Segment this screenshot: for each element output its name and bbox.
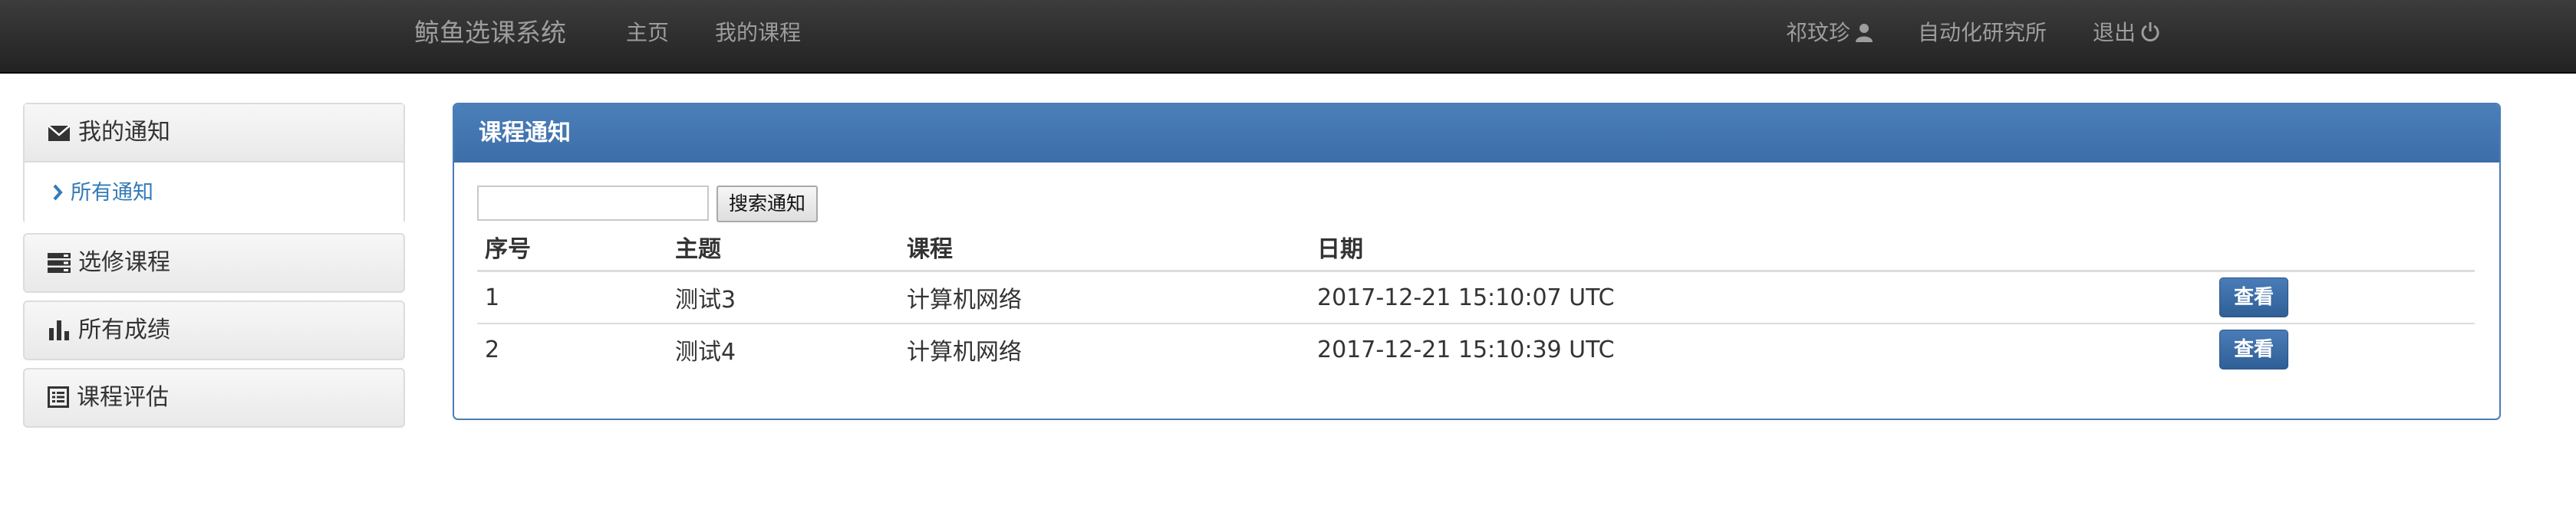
search-input[interactable] bbox=[477, 186, 709, 221]
sidebar-subitem-all-notices[interactable]: 所有通知 bbox=[25, 163, 404, 224]
sidebar-item-grades[interactable]: 所有成绩 bbox=[23, 300, 405, 360]
cell-course: 计算机网络 bbox=[907, 339, 1022, 366]
user-name: 祁玟珍 bbox=[1786, 20, 1851, 45]
cell-action: 查看 bbox=[2212, 323, 2475, 375]
sidebar-item-notices-label: 我的通知 bbox=[78, 119, 170, 146]
cell-no: 2 bbox=[485, 336, 500, 363]
cell-subject: 测试4 bbox=[675, 339, 736, 366]
notices-table: 序号 主题 课程 日期 1 测试3 计算机网络 2017-12-21 15:10… bbox=[477, 224, 2475, 375]
sidebar-item-courses-label: 选修课程 bbox=[78, 249, 170, 276]
view-button[interactable]: 查看 bbox=[2219, 277, 2289, 317]
nav-user-link[interactable]: 祁玟珍 bbox=[1786, 0, 1873, 66]
sidebar-item-grades-label: 所有成绩 bbox=[78, 317, 170, 343]
nav-department-link[interactable]: 自动化研究所 bbox=[1918, 0, 2047, 66]
envelope-icon bbox=[48, 125, 71, 141]
column-header-date: 日期 bbox=[1309, 224, 2212, 272]
cell-course: 计算机网络 bbox=[899, 271, 1309, 324]
sidebar-item-courses[interactable]: 选修课程 bbox=[23, 233, 405, 293]
nav-home-link[interactable]: 主页 bbox=[626, 0, 669, 66]
column-header-no: 序号 bbox=[477, 224, 667, 272]
sidebar-notices-group: 我的通知 所有通知 bbox=[23, 103, 405, 224]
user-icon bbox=[1856, 24, 1873, 42]
chevron-right-icon bbox=[53, 184, 63, 201]
nav-my-courses-link[interactable]: 我的课程 bbox=[715, 0, 801, 66]
brand-link[interactable]: 鲸鱼选课系统 bbox=[414, 0, 566, 66]
list-alt-icon bbox=[48, 386, 69, 408]
cell-subject: 测试3 bbox=[667, 271, 899, 324]
top-navbar: 鲸鱼选课系统 主页 我的课程 祁玟珍 自动化研究所 退出 bbox=[0, 0, 2576, 74]
column-header-action bbox=[2212, 224, 2475, 272]
sidebar-item-evaluation-label: 课程评估 bbox=[77, 384, 169, 411]
table-row: 1 测试3 计算机网络 2017-12-21 15:10:07 UTC 查看 bbox=[477, 271, 2475, 324]
search-notices-button[interactable]: 搜索通知 bbox=[716, 186, 819, 222]
bar-chart-icon bbox=[49, 320, 69, 340]
table-row: 2 测试4 计算机网络 2017-12-21 15:10:39 UTC 查看 bbox=[477, 323, 2475, 375]
sidebar-subitem-all-notices-label: 所有通知 bbox=[71, 181, 153, 205]
column-header-subject: 主题 bbox=[667, 224, 899, 272]
column-header-course: 课程 bbox=[899, 224, 1309, 272]
cell-action: 查看 bbox=[2212, 271, 2475, 324]
course-notices-panel: 课程通知 搜索通知 序号 主题 课程 日期 1 测试3 计算机网络 2017-1… bbox=[453, 103, 2501, 420]
logout-label: 退出 bbox=[2093, 20, 2136, 45]
logout-link[interactable]: 退出 bbox=[2093, 0, 2160, 66]
cell-date: 2017-12-21 15:10:39 UTC bbox=[1317, 336, 1615, 363]
cell-no: 1 bbox=[477, 271, 667, 324]
power-icon bbox=[2141, 22, 2159, 42]
view-button[interactable]: 查看 bbox=[2219, 330, 2289, 369]
table-header-row: 序号 主题 课程 日期 bbox=[477, 224, 2475, 272]
tasks-icon bbox=[48, 253, 71, 273]
panel-title: 课程通知 bbox=[454, 104, 2499, 163]
cell-date: 2017-12-21 15:10:07 UTC bbox=[1309, 271, 2212, 324]
sidebar-item-evaluation[interactable]: 课程评估 bbox=[23, 368, 405, 428]
sidebar-item-notices[interactable]: 我的通知 bbox=[25, 104, 404, 163]
